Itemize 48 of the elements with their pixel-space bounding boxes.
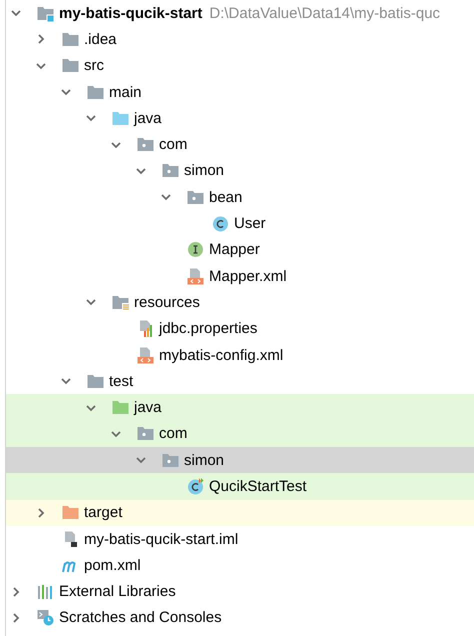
tree-item[interactable]: .idea [6,26,474,53]
package-icon [162,452,179,469]
tree-item[interactable]: mybatis-config.xml [6,342,474,368]
tree-item[interactable]: Scratches and Consoles [6,604,474,632]
tree-item[interactable]: simon [6,158,474,184]
tree-item[interactable]: my-batis-qucik-start.iml [6,526,474,552]
xml-file-icon [187,268,204,285]
tree-item[interactable]: src [6,52,474,79]
folder-icon [62,30,79,48]
interface-icon [187,241,204,258]
properties-file-icon [137,320,154,338]
library-icon [37,583,54,600]
tree-item[interactable]: Mapper.xml [6,262,474,290]
tree-item[interactable]: test [6,368,474,394]
tree-item[interactable]: Mapper [6,236,474,263]
folder-icon [87,84,104,101]
scratches-icon [37,609,54,626]
tree-item[interactable]: bean [6,184,474,210]
tree-item[interactable]: java [6,394,474,421]
tree-item[interactable]: resources [6,289,474,316]
tree-item[interactable]: jdbc.properties [6,316,474,342]
tree-item[interactable]: java [6,105,474,132]
tree-item[interactable]: main [6,78,474,106]
tree-item[interactable]: External Libraries [6,578,474,605]
class-icon [187,478,204,495]
package-icon [137,425,154,442]
folder-icon [62,504,79,522]
package-icon [187,188,204,206]
tree-item[interactable]: com [6,420,474,448]
module-folder-icon [37,4,54,22]
class-icon [212,215,229,232]
tree-item[interactable]: my-batis-qucik-start D:\DataValue\Data14\my-batis-quc [6,0,474,26]
tree-item[interactable]: pom.xml [6,552,474,579]
folder-icon [62,57,79,74]
tree-item[interactable]: User [6,210,474,237]
tree-item[interactable]: simon [6,447,474,474]
file-icon [62,530,79,548]
folder-icon [87,372,104,390]
resources-folder-icon [112,294,129,311]
package-icon [137,136,154,154]
project-path: D:\DataValue\Data14\my-batis-quc [209,4,440,22]
folder-icon [112,399,129,416]
xml-file-icon [137,346,154,364]
tree-item[interactable]: QucikStartTest [6,473,474,500]
package-icon [162,162,179,180]
tree-item[interactable]: target [6,500,474,526]
tree-item[interactable]: com [6,131,474,158]
folder-icon [112,110,129,127]
